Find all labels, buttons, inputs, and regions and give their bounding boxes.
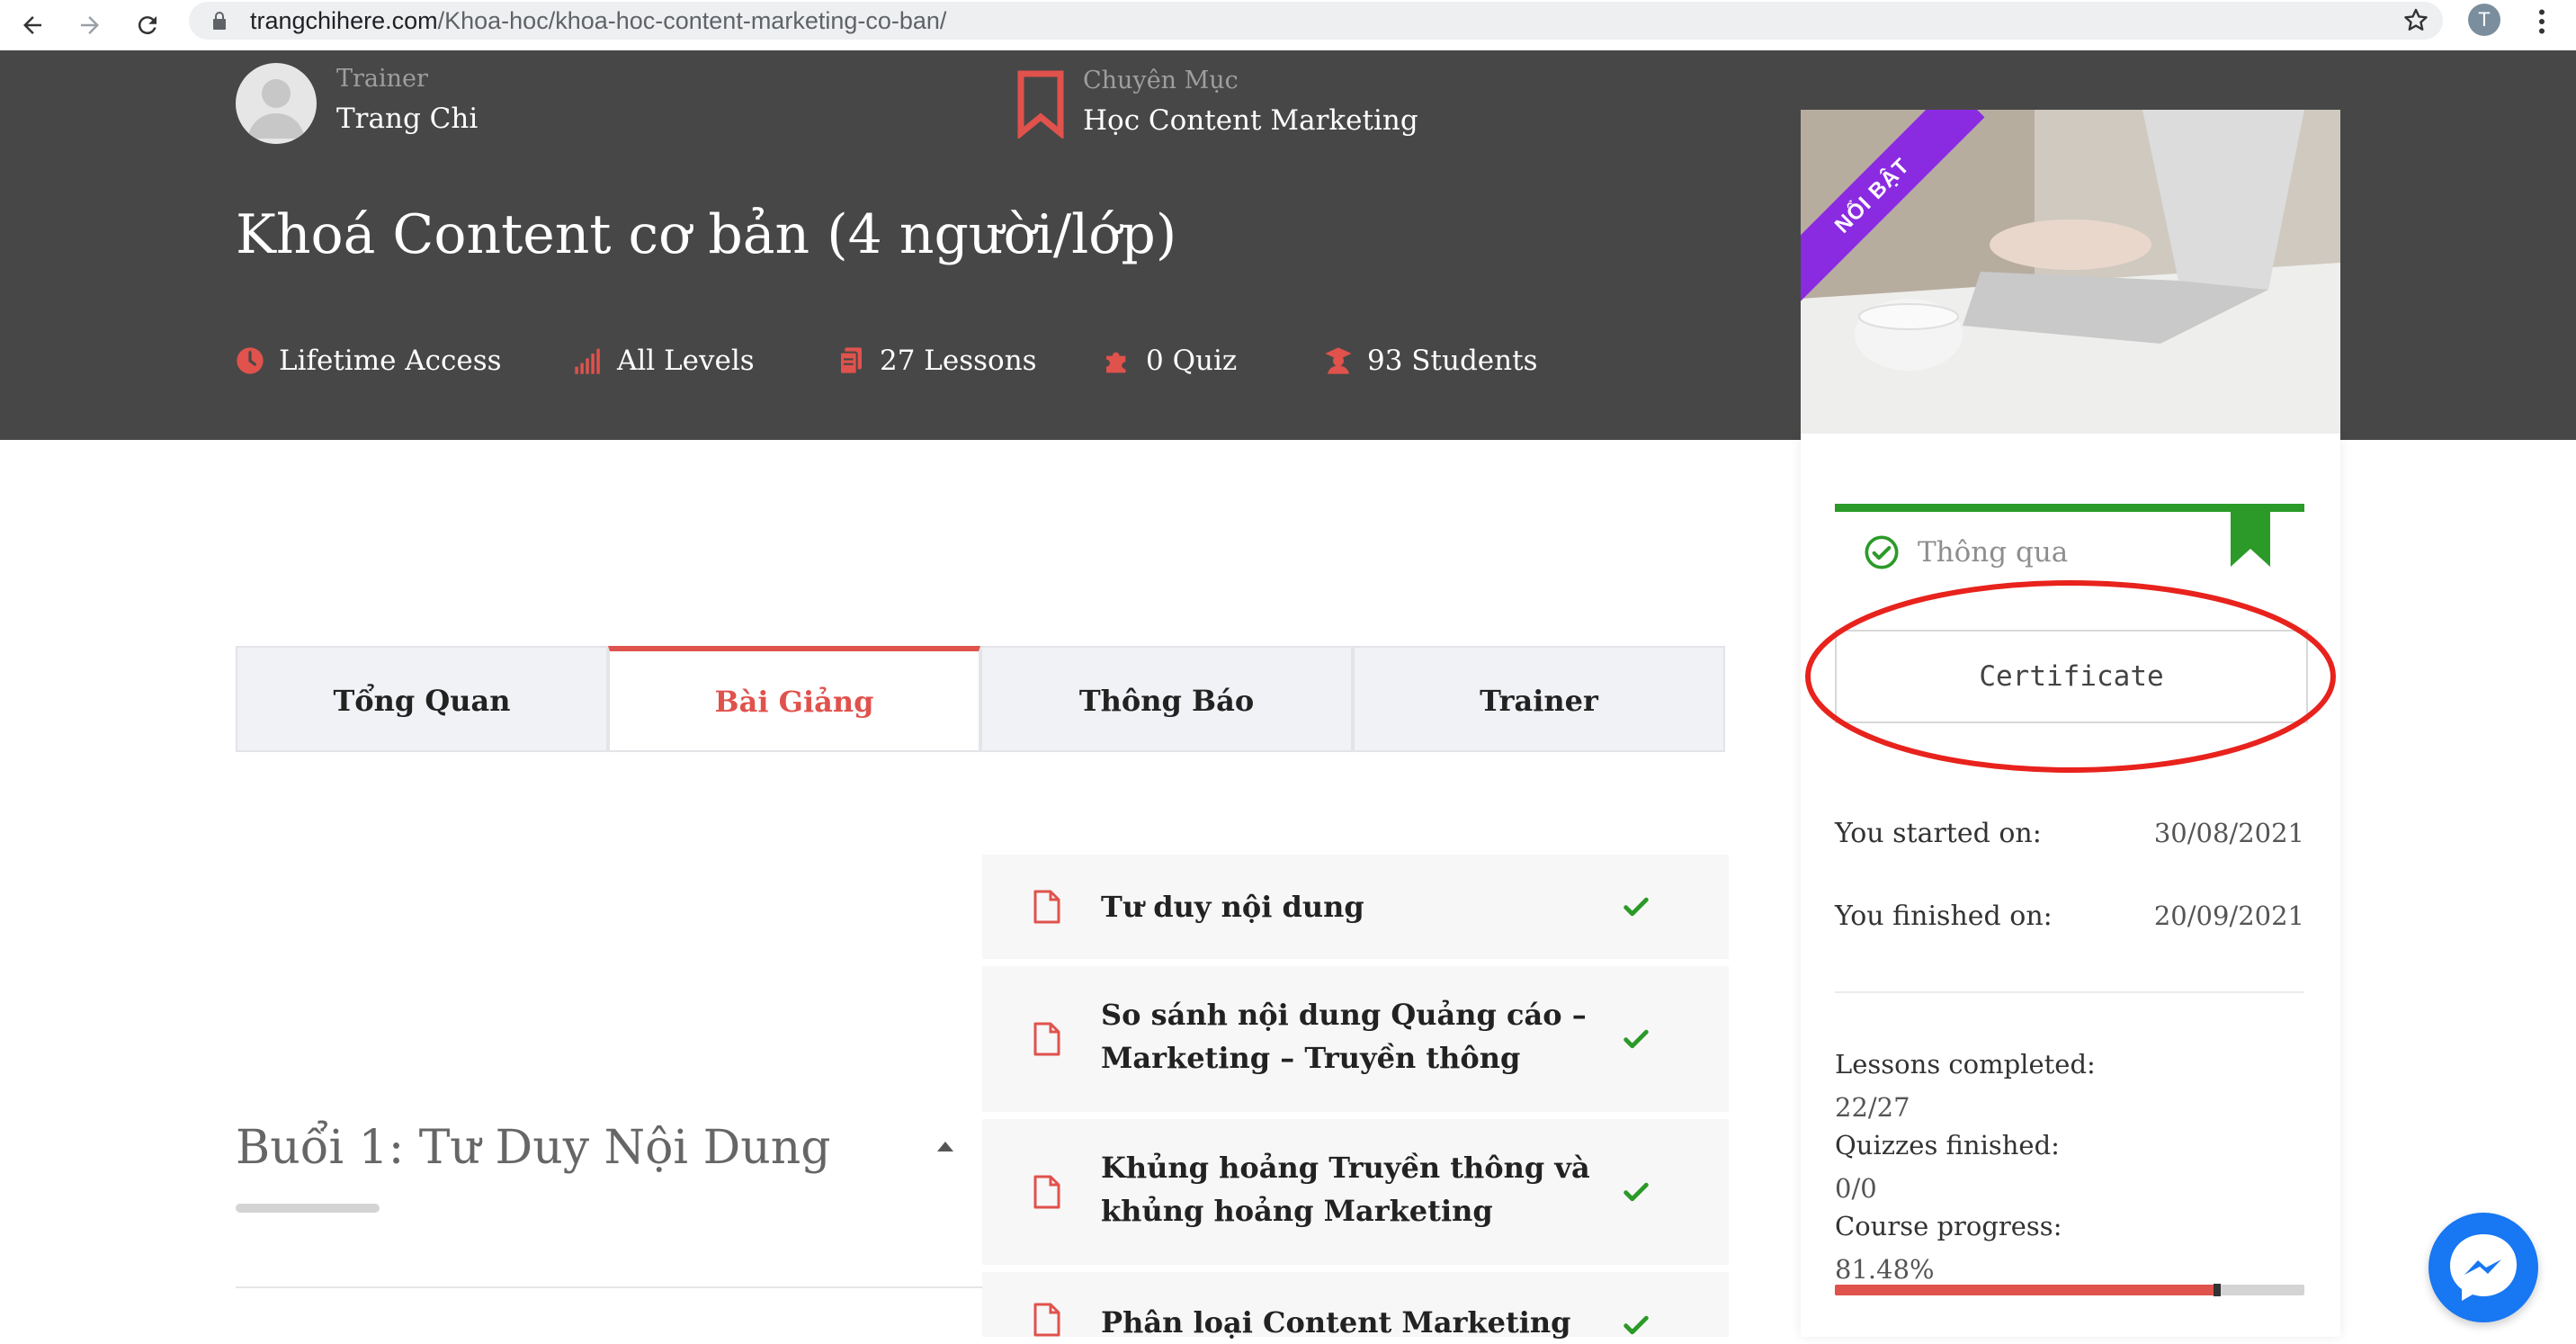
feature-label: 93 Students [1367,345,1538,377]
lesson-item[interactable]: Khủng hoảng Truyền thông và khủng hoảng … [982,1119,1729,1265]
check-icon [1623,1029,1649,1049]
lessons-completed-value: 22/27 [1835,1092,1910,1123]
url-text: trangchihere.com/Khoa-hoc/khoa-hoc-conte… [250,2,946,40]
arrow-left-icon [23,16,41,34]
document-icon [1033,890,1060,924]
check-icon [1623,1315,1649,1335]
lock-icon [213,12,226,30]
quizzes-label: Quizzes finished: [1835,1130,2060,1160]
arrow-right-icon [81,16,99,34]
bookmark-star-icon[interactable] [2402,6,2430,35]
check-icon [1623,897,1649,917]
url-path: /Khoa-hoc/khoa-hoc-content-marketing-co-… [437,7,947,34]
reload-icon [138,16,157,35]
documents-icon [839,347,862,375]
reload-button[interactable] [128,0,167,50]
progress-marker [2214,1284,2222,1296]
bookmark-icon [1017,70,1064,139]
url-host: trangchihere.com [250,7,438,34]
document-icon [1033,1022,1060,1056]
feature-levels: All Levels [574,343,755,379]
check-icon [1623,1182,1649,1202]
user-silhouette-icon [247,79,305,139]
messenger-chat-button[interactable] [2428,1213,2538,1322]
feature-lessons: 27 Lessons [836,343,1037,379]
progress-label: Course progress: [1835,1211,2062,1241]
messenger-icon [2450,1234,2517,1301]
lessons-completed-label: Lessons completed: [1835,1049,2096,1080]
course-thumbnail[interactable]: NỔI BẬT [1801,110,2340,434]
finished-row: You finished on: 20/09/2021 [1835,896,2304,936]
lesson-title: Phân loại Content Marketing [1101,1305,1571,1340]
tab-announcements[interactable]: Thông Báo [980,646,1353,752]
passed-bookmark-icon [2231,509,2270,567]
category-link[interactable]: Học Content Marketing [1083,104,1418,137]
tab-overview[interactable]: Tổng Quan [236,646,608,752]
trainer-name[interactable]: Trang Chi [336,103,478,135]
lesson-item[interactable]: Phân loại Content Marketing [982,1272,1729,1340]
course-status: Thông qua [1864,531,2068,574]
started-row: You started on: 30/08/2021 [1835,813,2304,853]
document-icon [1033,1175,1060,1209]
feature-lifetime-access: Lifetime Access [236,343,502,379]
profile-avatar[interactable]: T [2468,4,2500,36]
more-vert-icon[interactable] [2526,5,2558,38]
caret-up-icon[interactable] [935,1139,955,1153]
forward-button[interactable] [70,0,110,50]
back-button[interactable] [13,0,52,50]
section-title[interactable]: Buổi 1: Tư Duy Nội Dung [236,1121,831,1175]
trainer-avatar [236,63,317,144]
quizzes-value: 0/0 [1835,1173,1877,1204]
course-title: Khoá Content cơ bản (4 người/lớp) [236,203,1177,266]
feature-label: 0 Quiz [1146,345,1238,377]
trainer-label: Trainer [336,65,428,93]
tab-trainer[interactable]: Trainer [1353,646,1725,752]
section-underline [236,1204,380,1213]
progress-fill [1835,1285,2218,1295]
document-icon [1033,1303,1060,1337]
card-divider [1835,991,2304,993]
feature-label: Lifetime Access [279,345,502,377]
lesson-item[interactable]: Tư duy nội dung [982,855,1729,959]
started-label: You started on: [1835,817,2042,849]
feature-students: 93 Students [1324,343,1537,379]
puzzle-icon [1106,352,1126,373]
progress-value: 81.48% [1835,1254,1935,1285]
address-bar[interactable]: trangchihere.com/Khoa-hoc/khoa-hoc-conte… [189,2,2443,40]
section-divider [236,1286,982,1288]
lesson-title: Khủng hoảng Truyền thông và khủng hoảng … [1101,1151,1590,1228]
status-text: Thông qua [1918,536,2069,569]
tab-lessons[interactable]: Bài Giảng [608,646,980,752]
lesson-item[interactable]: So sánh nội dung Quảng cáo – Marketing –… [982,966,1729,1112]
feature-label: All Levels [617,345,755,377]
started-value: 30/08/2021 [2153,818,2304,848]
lesson-title: Tư duy nội dung [1101,890,1364,924]
progress-bar [1835,1285,2304,1295]
student-icon [1325,347,1352,374]
finished-value: 20/09/2021 [2153,900,2304,931]
check-circle-icon [1865,535,1899,569]
category-label: Chuyên Mục [1083,67,1239,94]
feature-quiz: 0 Quiz [1103,343,1237,379]
lesson-title: So sánh nội dung Quảng cáo – Marketing –… [1101,998,1587,1075]
clock-icon [237,347,264,374]
feature-label: 27 Lessons [880,345,1037,377]
highlight-annotation [1805,580,2336,773]
finished-label: You finished on: [1835,900,2053,932]
signal-bars-icon [575,348,600,374]
